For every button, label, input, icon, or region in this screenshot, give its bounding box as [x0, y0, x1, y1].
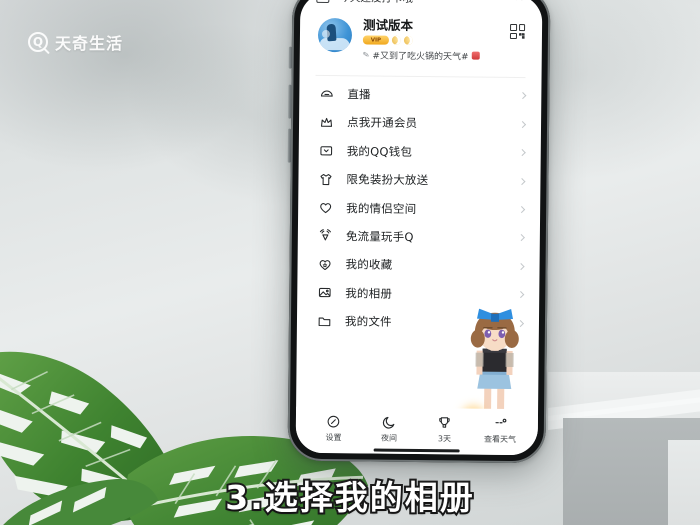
vip-badge[interactable]: VIP: [362, 35, 389, 45]
weather-icon: [493, 415, 508, 430]
menu-item-files[interactable]: 我的文件: [297, 307, 539, 338]
watermark-brand: 天奇生活: [55, 34, 124, 53]
level-moon-icon: [391, 35, 401, 46]
volume-up-button[interactable]: [288, 84, 292, 119]
toolbar-item-night[interactable]: 夜间: [365, 414, 413, 444]
qr-code-icon[interactable]: [509, 23, 526, 40]
profile-menu-list: 直播 点我开通会员 我的QQ钱包 限免装扮大放送 我的情侣空间 免流量玩手Q 我…: [296, 75, 541, 409]
silence-switch[interactable]: [288, 46, 292, 69]
menu-item-live[interactable]: 直播: [299, 79, 541, 110]
menu-item-label: 我的QQ钱包: [346, 143, 413, 159]
avatar[interactable]: [317, 17, 353, 53]
scene: Q 天奇生活 今天还没打卡哦 ✕ 测试版本: [0, 0, 700, 525]
profile-info: 测试版本 VIP ✎ #又到了吃火锅的天气#: [361, 17, 480, 63]
tshirt-icon: [318, 172, 333, 187]
checkin-banner-label: 今天还没打卡哦: [339, 0, 413, 6]
chevron-right-icon: [518, 177, 526, 185]
heart-star-icon: [317, 257, 332, 272]
crown-icon: [319, 115, 334, 130]
menu-item-couple-space[interactable]: 我的情侣空间: [298, 193, 540, 224]
chevron-right-icon: [519, 120, 527, 128]
settings-icon: [326, 414, 341, 429]
volume-down-button[interactable]: [287, 128, 291, 163]
close-icon[interactable]: ✕: [514, 0, 524, 4]
watermark-glyph: Q: [32, 35, 44, 49]
toolbar-item-label: 设置: [325, 432, 342, 442]
menu-item-dressup[interactable]: 限免装扮大放送: [298, 165, 540, 196]
bottom-toolbar: 设置 夜间 3天 查看天气: [295, 406, 539, 456]
profile-header[interactable]: 测试版本 VIP ✎ #又到了吃火锅的天气#: [300, 6, 543, 77]
chevron-right-icon: [516, 319, 525, 327]
signature-emoji: [471, 51, 480, 60]
signal-icon: [318, 228, 333, 243]
heart-icon: [318, 200, 333, 215]
menu-item-album[interactable]: 我的相册: [297, 278, 539, 309]
chevron-right-icon: [517, 291, 525, 299]
avatar-shape: [321, 29, 331, 39]
phone-screen: 今天还没打卡哦 ✕ 测试版本 VIP: [295, 0, 543, 456]
qr-cell: [518, 24, 526, 31]
toolbar-item-streak[interactable]: 3天: [420, 415, 468, 445]
menu-item-vip[interactable]: 点我开通会员: [299, 108, 541, 139]
qr-cell: [510, 23, 517, 31]
menu-item-label: 我的情侣空间: [346, 200, 417, 216]
watermark: Q 天奇生活: [28, 30, 123, 54]
toolbar-item-settings[interactable]: 设置: [309, 413, 357, 443]
chevron-right-icon: [517, 234, 525, 242]
toolbar-item-weather[interactable]: 查看天气: [476, 415, 524, 445]
caption-text: 3.选择我的相册: [223, 476, 475, 519]
menu-item-favorites[interactable]: 我的收藏: [297, 250, 539, 281]
magnifier-icon: Q: [28, 32, 48, 52]
level-moon-icon: [403, 36, 413, 46]
toolbar-item-label: 查看天气: [483, 434, 517, 444]
profile-badges[interactable]: VIP: [362, 35, 480, 46]
qr-cell: [518, 32, 526, 40]
wallet-icon: [319, 143, 334, 158]
menu-item-label: 我的收藏: [345, 257, 393, 273]
phone-device: 今天还没打卡哦 ✕ 测试版本 VIP: [287, 0, 551, 464]
menu-item-label: 我的相册: [345, 285, 393, 301]
photo-icon: [317, 285, 332, 300]
menu-item-wallet[interactable]: 我的QQ钱包: [299, 136, 541, 167]
toolbar-item-label: 夜间: [380, 433, 398, 443]
signature-text: #又到了吃火锅的天气#: [372, 51, 469, 63]
menu-item-label: 直播: [347, 87, 371, 102]
menu-item-free-data[interactable]: 免流量玩手Q: [298, 221, 540, 252]
chevron-right-icon: [519, 92, 527, 100]
chevron-right-icon: [518, 149, 526, 157]
chevron-right-icon: [518, 206, 526, 214]
menu-item-label: 免流量玩手Q: [345, 229, 414, 244]
profile-signature[interactable]: ✎ #又到了吃火锅的天气#: [361, 48, 480, 63]
folder-icon: [317, 313, 332, 328]
menu-item-label: 点我开通会员: [346, 115, 418, 131]
home-indicator[interactable]: [373, 448, 460, 453]
qr-cell: [509, 32, 517, 40]
pencil-icon: ✎: [361, 49, 371, 60]
chevron-right-icon: [517, 262, 525, 270]
trophy-icon: [437, 415, 452, 430]
live-icon: [319, 86, 334, 101]
toolbar-item-label: 3天: [437, 433, 452, 443]
moon-icon: [382, 414, 397, 429]
menu-item-label: 限免装扮大放送: [346, 172, 429, 188]
profile-name: 测试版本: [363, 17, 414, 33]
menu-item-label: 我的文件: [344, 314, 392, 329]
calendar-icon: [316, 0, 330, 4]
